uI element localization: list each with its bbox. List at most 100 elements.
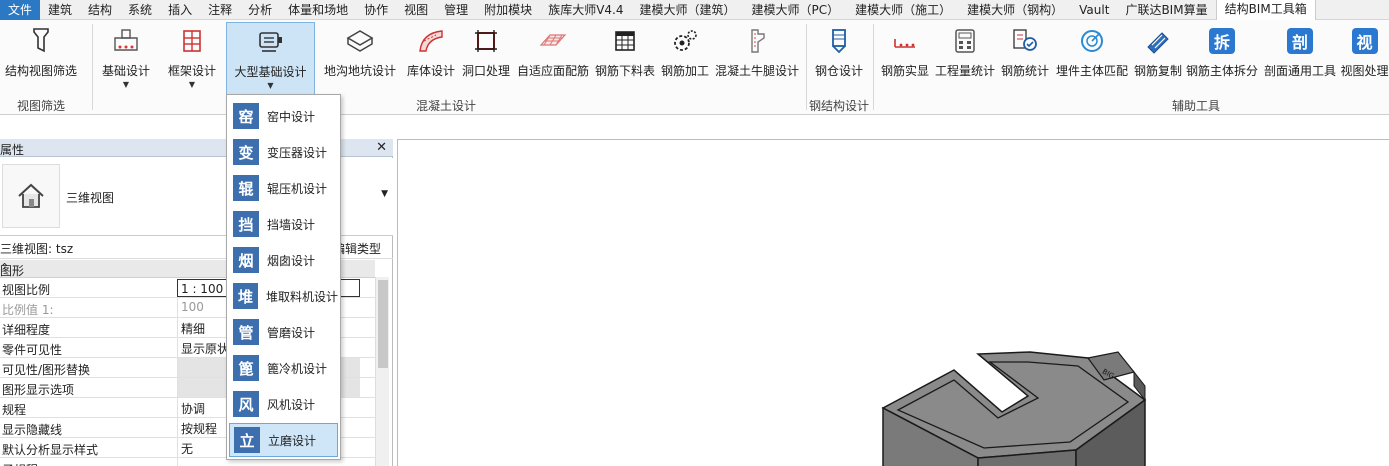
property-key: 零件可见性	[2, 343, 63, 357]
tab-vault[interactable]: Vault	[1071, 0, 1117, 20]
view-process-icon: 视	[1350, 26, 1380, 56]
structure-view-filter-button[interactable]: 结构视图筛选	[2, 22, 80, 96]
transformer-icon: 变	[233, 139, 259, 165]
tab-modeling-pc[interactable]: 建模大师（PC）	[744, 0, 848, 20]
button-label: 工程量统计	[934, 64, 995, 78]
surface-rebar-icon	[538, 26, 568, 56]
menu-item-transformer-design[interactable]: 变 变压器设计	[229, 135, 338, 169]
menu-item-label: 挡墙设计	[267, 217, 316, 232]
large-foundation-icon	[256, 27, 286, 57]
button-label: 视图处理	[1340, 64, 1389, 78]
steel-bin-design-button[interactable]: 钢仓设计	[810, 22, 868, 96]
menu-item-vertical-mill-design[interactable]: 立 立磨设计	[229, 423, 338, 457]
rebar-display-icon	[890, 26, 920, 56]
menu-item-retaining-wall-design[interactable]: 挡 挡墙设计	[229, 207, 338, 241]
frame-design-button[interactable]: 框架设计 ▼	[162, 22, 222, 96]
rebar-table-icon	[610, 26, 640, 56]
retaining-wall-icon: 挡	[233, 211, 259, 237]
quantity-icon	[950, 26, 980, 56]
button-label: 自适应面配筋	[516, 64, 589, 78]
embed-match-icon	[1077, 26, 1107, 56]
tab-addins[interactable]: 附加模块	[476, 0, 540, 20]
3d-model: BIG	[881, 351, 1147, 466]
rebar-statistics-button[interactable]: 钢筋统计	[998, 22, 1052, 96]
menu-item-label: 烟囱设计	[267, 253, 316, 268]
chimney-icon: 烟	[233, 247, 259, 273]
tab-modeling-arch[interactable]: 建模大师（建筑）	[631, 0, 743, 20]
button-label: 地沟地坑设计	[323, 64, 396, 78]
3d-view-house-icon	[2, 164, 60, 228]
menu-item-kiln-design[interactable]: 窑 窑中设计	[229, 99, 338, 133]
roller-press-icon: 辊	[233, 175, 259, 201]
opening-process-button[interactable]: 洞口处理	[460, 22, 512, 96]
frame-icon	[177, 26, 207, 56]
menu-item-chimney-design[interactable]: 烟 烟囱设计	[229, 243, 338, 277]
menu-item-label: 窑中设计	[267, 109, 316, 124]
trench-pit-design-button[interactable]: 地沟地坑设计	[322, 22, 398, 96]
property-key: 显示隐藏线	[2, 423, 63, 437]
foundation-icon	[111, 26, 141, 56]
tube-mill-icon: 管	[233, 319, 259, 345]
property-key: 规程	[2, 403, 27, 417]
silo-icon	[416, 26, 446, 56]
tab-modeling-steel[interactable]: 建模大师（钢构）	[959, 0, 1071, 20]
button-label: 结构视图筛选	[4, 64, 77, 78]
menu-item-label: 篦冷机设计	[267, 361, 328, 376]
tab-massing[interactable]: 体量和场地	[280, 0, 356, 20]
adaptive-surface-rebar-button[interactable]: 自适应面配筋	[515, 22, 591, 96]
rebar-cutting-table-button[interactable]: 钢筋下料表	[593, 22, 657, 96]
tab-collaborate[interactable]: 协作	[356, 0, 396, 20]
group-separator	[806, 24, 807, 110]
menu-item-fan-design[interactable]: 风 风机设计	[229, 387, 338, 421]
menu-item-tube-mill-design[interactable]: 管 管磨设计	[229, 315, 338, 349]
menu-item-label: 辊压机设计	[267, 181, 328, 196]
rebar-display-button[interactable]: 钢筋实显	[878, 22, 932, 96]
quantity-statistics-button[interactable]: 工程量统计	[933, 22, 997, 96]
rebar-process-button[interactable]: 钢筋加工	[659, 22, 711, 96]
3d-view-canvas[interactable]: BIG	[397, 139, 1389, 466]
silo-design-button[interactable]: 库体设计	[405, 22, 457, 96]
property-key: 可见性/图形替换	[2, 363, 91, 377]
button-label: 钢筋主体拆分	[1186, 64, 1259, 78]
concrete-corbel-design-button[interactable]: 混凝土牛腿设计	[713, 22, 801, 96]
property-key: 比例值 1:	[2, 303, 54, 317]
large-foundation-dropdown-menu: 窑 窑中设计 变 变压器设计 辊 辊压机设计 挡 挡墙设计 烟 烟囱设计 堆 堆…	[226, 94, 341, 460]
menu-item-roller-press-design[interactable]: 辊 辊压机设计	[229, 171, 338, 205]
scrollbar-thumb[interactable]	[378, 280, 388, 368]
tab-insert[interactable]: 插入	[160, 0, 200, 20]
tab-structure[interactable]: 结构	[80, 0, 120, 20]
menu-item-grate-cooler-design[interactable]: 篦 篦冷机设计	[229, 351, 338, 385]
tab-structure-bim-toolbox[interactable]: 结构BIM工具箱	[1215, 0, 1316, 20]
menu-item-label: 立磨设计	[268, 433, 317, 448]
rebar-process-icon	[670, 26, 700, 56]
foundation-design-button[interactable]: 基础设计 ▼	[96, 22, 156, 96]
properties-scrollbar[interactable]	[375, 277, 389, 466]
embedded-part-match-button[interactable]: 埋件主体匹配	[1054, 22, 1130, 96]
view-process-button[interactable]: 视 视图处理	[1340, 22, 1389, 96]
large-foundation-design-button[interactable]: 大型基础设计 ▼	[226, 22, 315, 96]
tab-modeling-construction[interactable]: 建模大师（施工）	[847, 0, 959, 20]
button-label: 基础设计	[101, 64, 150, 78]
instance-label: 三维视图: tsz	[0, 242, 74, 256]
section-common-tool-button[interactable]: 剖 剖面通用工具	[1262, 22, 1338, 96]
tab-manage[interactable]: 管理	[436, 0, 476, 20]
tab-glodon[interactable]: 广联达BIM算量	[1117, 0, 1215, 20]
button-label: 钢筋统计	[1000, 64, 1049, 78]
tab-annotate[interactable]: 注释	[200, 0, 240, 20]
tab-file[interactable]: 文件	[0, 0, 41, 20]
group-label-steel: 钢结构设计	[809, 99, 870, 113]
chevron-down-icon[interactable]: ▼	[381, 189, 388, 199]
rebar-host-split-button[interactable]: 拆 钢筋主体拆分	[1186, 22, 1258, 96]
button-label: 钢筋加工	[660, 64, 709, 78]
tab-architecture[interactable]: 建筑	[40, 0, 80, 20]
tab-view[interactable]: 视图	[396, 0, 436, 20]
property-key: 子规程	[2, 461, 38, 466]
menu-item-stacker-reclaimer-design[interactable]: 堆 堆取料机设计	[229, 279, 338, 313]
tab-family-library[interactable]: 族库大师V4.4	[540, 0, 631, 20]
tab-systems[interactable]: 系统	[120, 0, 160, 20]
rebar-copy-button[interactable]: 钢筋复制	[1131, 22, 1185, 96]
close-icon[interactable]: ✕	[376, 140, 387, 155]
trench-icon	[345, 26, 375, 56]
tab-analyze[interactable]: 分析	[240, 0, 280, 20]
properties-title: 属性	[0, 143, 25, 157]
